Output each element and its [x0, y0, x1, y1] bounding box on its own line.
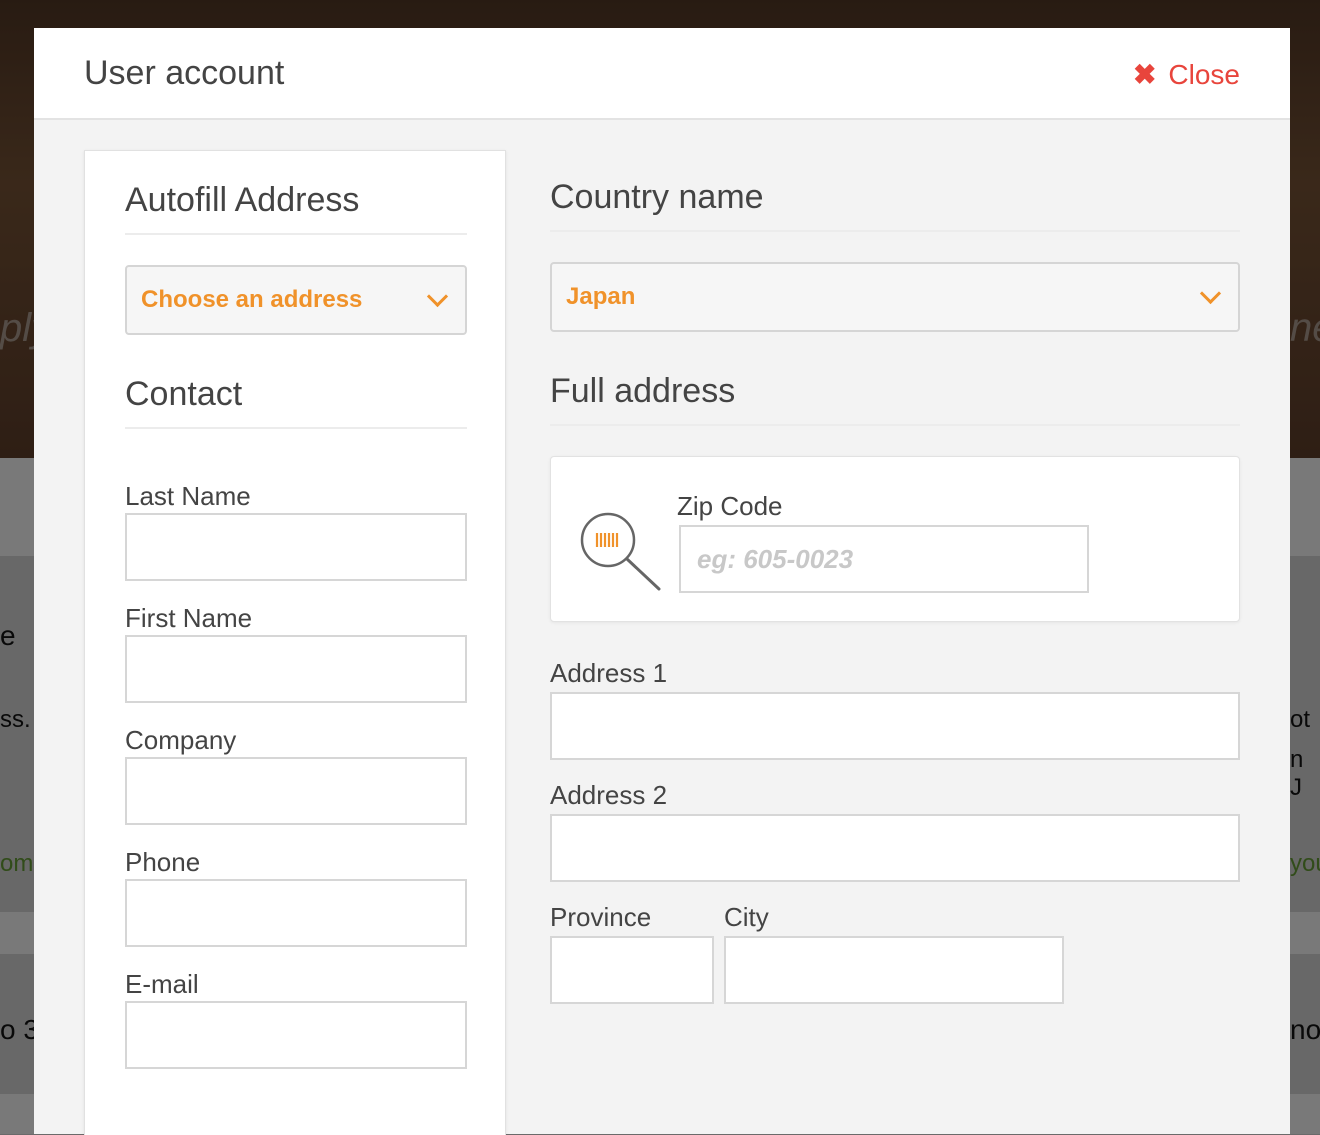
- divider: [550, 230, 1240, 232]
- phone-label: Phone: [125, 847, 201, 877]
- company-label: Company: [125, 725, 237, 755]
- first-name-input[interactable]: [125, 635, 467, 703]
- chevron-down-icon: [426, 285, 449, 307]
- modal-title: User account: [84, 54, 285, 92]
- last-name-input[interactable]: [125, 513, 467, 581]
- province-label: Province: [550, 902, 652, 932]
- contact-card: Autofill Address Choose an address Conta…: [84, 150, 506, 1135]
- divider: [125, 427, 467, 429]
- address2-label: Address 2: [550, 780, 668, 810]
- user-account-modal: User account ✖ Close Autofill Address Ch…: [34, 28, 1290, 1135]
- last-name-label: Last Name: [125, 481, 251, 511]
- first-name-label: First Name: [125, 603, 253, 633]
- autofill-address-select[interactable]: Choose an address: [125, 265, 467, 335]
- zip-code-input[interactable]: [679, 525, 1089, 593]
- phone-input[interactable]: [125, 879, 467, 947]
- modal-header: User account ✖ Close: [34, 28, 1290, 120]
- zip-code-label: Zip Code: [677, 491, 783, 521]
- zip-code-panel: Zip Code: [550, 456, 1240, 622]
- province-input[interactable]: [550, 936, 714, 1004]
- email-label: E-mail: [125, 969, 199, 999]
- close-x-icon: ✖: [1132, 59, 1157, 90]
- company-input[interactable]: [125, 757, 467, 825]
- country-select-value: Japan: [566, 283, 636, 310]
- autofill-select-value: Choose an address: [141, 286, 363, 313]
- country-select[interactable]: Japan: [550, 262, 1240, 332]
- city-input[interactable]: [724, 936, 1064, 1004]
- city-label: City: [724, 902, 769, 932]
- address1-input[interactable]: [550, 692, 1240, 760]
- divider: [550, 424, 1240, 426]
- email-input[interactable]: [125, 1001, 467, 1069]
- address1-label: Address 1: [550, 658, 668, 688]
- contact-title: Contact: [125, 375, 243, 413]
- chevron-down-icon: [1199, 282, 1222, 304]
- address2-input[interactable]: [550, 814, 1240, 882]
- barcode-magnifier-icon: [579, 511, 665, 598]
- divider: [125, 233, 467, 235]
- close-label: Close: [1168, 58, 1240, 90]
- close-button[interactable]: ✖ Close: [1133, 58, 1240, 91]
- autofill-title: Autofill Address: [125, 181, 360, 219]
- full-address-title: Full address: [550, 372, 736, 410]
- country-title: Country name: [550, 178, 764, 216]
